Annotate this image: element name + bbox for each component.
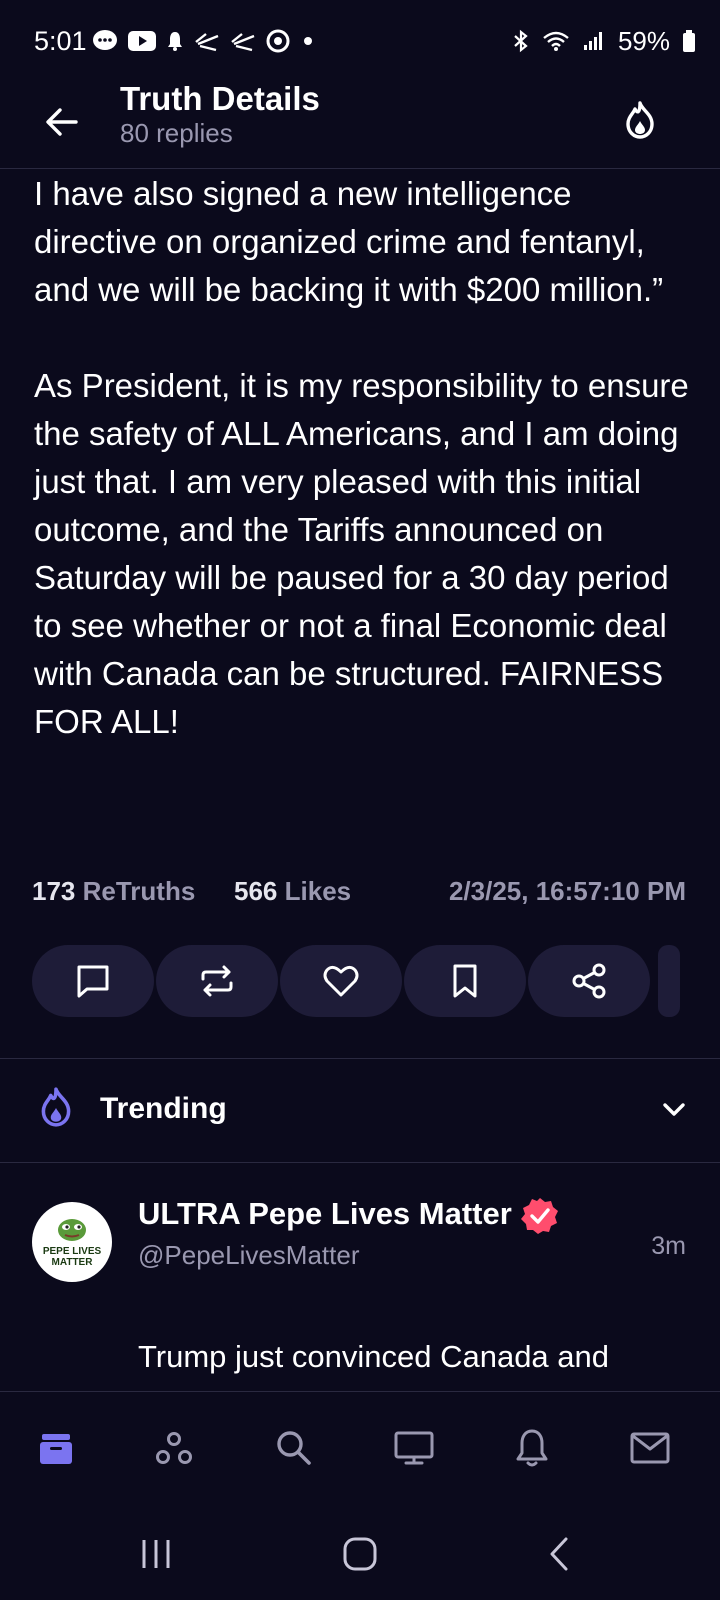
- reply-icon: [77, 965, 109, 998]
- back-button[interactable]: [34, 94, 90, 150]
- nav-tv[interactable]: [384, 1418, 444, 1478]
- youtube-icon: [128, 31, 156, 51]
- heart-icon: [323, 965, 359, 997]
- back-arrow-icon: [46, 108, 78, 136]
- divider: [0, 1162, 720, 1163]
- recent-apps-button[interactable]: [126, 1526, 186, 1582]
- trending-section-header[interactable]: Trending: [0, 1060, 720, 1164]
- tv-icon: [394, 1431, 434, 1465]
- recent-apps-icon: [142, 1540, 170, 1568]
- share-button[interactable]: [528, 945, 650, 1017]
- post-timestamp: 2/3/25, 16:57:10 PM: [448, 876, 686, 906]
- like-button[interactable]: [280, 945, 402, 1017]
- status-icons-right: 59%: [512, 24, 696, 58]
- divider: [0, 1058, 720, 1059]
- retruths-label: ReTruths: [82, 876, 196, 906]
- bottom-nav: [0, 1391, 720, 1502]
- header: Truth Details 80 replies: [0, 80, 720, 169]
- flame-icon: [626, 101, 654, 139]
- trending-button[interactable]: [612, 92, 668, 148]
- dot-icon: [304, 37, 312, 45]
- verified-badge-icon: [520, 1196, 560, 1241]
- home-button[interactable]: [330, 1526, 390, 1582]
- status-time: 5:01: [34, 26, 87, 56]
- battery-percent: 59%: [617, 25, 670, 56]
- system-back-button[interactable]: [530, 1526, 590, 1582]
- nav-groups[interactable]: [144, 1418, 204, 1478]
- bookmark-icon: [453, 964, 477, 998]
- likes-count: 566: [234, 876, 278, 906]
- trending-label: Trending: [100, 1092, 227, 1125]
- reply-author-handle[interactable]: @PepeLivesMatter: [138, 1240, 360, 1271]
- post-body: I have also signed a new intelligence di…: [34, 175, 689, 740]
- nav-notifications[interactable]: [502, 1418, 562, 1478]
- more-actions-stub[interactable]: [658, 945, 680, 1017]
- retruths-stat[interactable]: 173 ReTruths: [32, 876, 195, 907]
- signal-icon: [583, 32, 602, 50]
- app-icon: [195, 33, 219, 52]
- retruths-count: 173: [32, 876, 76, 906]
- avatar[interactable]: PEPE LIVES MATTER: [32, 1202, 112, 1282]
- chat-icon: [93, 30, 117, 50]
- reply-body[interactable]: Trump just convinced Canada and Mexico t…: [138, 1334, 678, 1390]
- bluetooth-icon: [514, 29, 528, 53]
- replies-count: 80 replies: [120, 118, 233, 148]
- battery-icon: [683, 30, 695, 52]
- nav-messages[interactable]: [620, 1418, 680, 1478]
- reply-time: 3m: [651, 1232, 686, 1260]
- mail-icon: [630, 1432, 670, 1464]
- reply-button[interactable]: [32, 945, 154, 1017]
- reply-author-name[interactable]: ULTRA Pepe Lives Matter: [138, 1196, 512, 1232]
- chevron-left-icon: [550, 1537, 568, 1571]
- nav-home[interactable]: [26, 1418, 86, 1478]
- share-icon: [572, 963, 606, 999]
- trending-flame-icon: [36, 1086, 76, 1133]
- pepe-avatar-icon: [58, 1219, 86, 1241]
- status-bar: 5:01 59%: [0, 0, 720, 80]
- likes-stat[interactable]: 566 Likes: [234, 876, 351, 907]
- action-bar: [32, 945, 650, 1017]
- app-icon: [231, 33, 255, 52]
- bell-icon: [516, 1429, 548, 1467]
- avatar-logo-text: PEPE LIVES MATTER: [42, 1246, 102, 1268]
- likes-label: Likes: [284, 876, 352, 906]
- retruth-button[interactable]: [156, 945, 278, 1017]
- status-icons-left: [92, 24, 316, 58]
- search-icon: [277, 1431, 311, 1465]
- chevron-down-icon[interactable]: [660, 1096, 688, 1129]
- groups-icon: [156, 1432, 192, 1464]
- wifi-icon: [543, 31, 569, 51]
- threads-icon: [266, 29, 290, 53]
- nav-search[interactable]: [264, 1418, 324, 1478]
- bookmark-button[interactable]: [404, 945, 526, 1017]
- system-nav-bar: [0, 1502, 720, 1600]
- notification-icon: [168, 32, 182, 51]
- home-circle-icon: [343, 1537, 377, 1571]
- page-title: Truth Details: [120, 80, 320, 117]
- home-inbox-icon: [40, 1434, 72, 1464]
- retruth-icon: [201, 965, 233, 997]
